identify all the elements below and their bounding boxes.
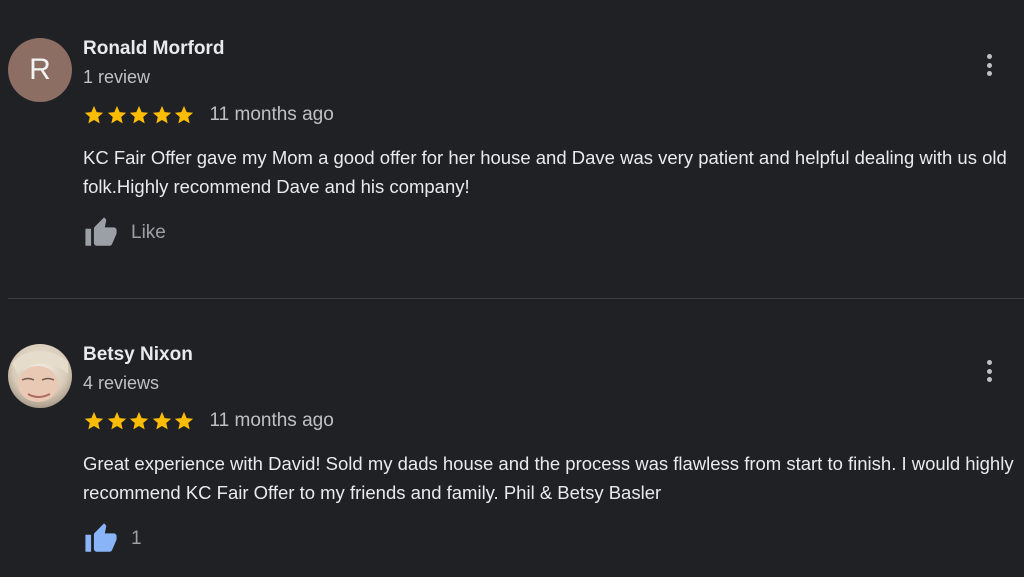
thumb-up-icon (85, 217, 117, 246)
review-time: 11 months ago (209, 410, 334, 431)
reviewer-name[interactable]: Betsy Nixon (83, 344, 193, 366)
star-icon (174, 105, 194, 124)
rating-row: 11 months ago (83, 410, 334, 432)
reviewer-name[interactable]: Ronald Morford (83, 38, 224, 60)
like-label: Like (131, 222, 166, 243)
review-card: Betsy Nixon 4 reviews 11 months ago Grea… (0, 299, 1024, 577)
review-time: 11 months ago (209, 104, 334, 125)
star-rating (83, 410, 196, 432)
more-vert-icon[interactable] (981, 52, 997, 78)
review-text: KC Fair Offer gave my Mom a good offer f… (83, 147, 1007, 197)
avatar[interactable]: R (8, 38, 72, 102)
star-icon (84, 411, 104, 430)
thumb-up-icon (85, 523, 117, 552)
rating-row: 11 months ago (83, 104, 334, 126)
avatar-photo (8, 344, 72, 408)
avatar-letter: R (29, 53, 51, 86)
star-icon (129, 105, 149, 124)
review-card: R Ronald Morford 1 review 11 months ago … (0, 0, 1024, 298)
star-icon (152, 411, 171, 430)
star-rating (83, 104, 196, 126)
like-button[interactable]: Like (83, 216, 166, 250)
star-icon (152, 105, 171, 124)
star-icon (129, 411, 149, 430)
like-count: 1 (131, 528, 142, 549)
star-icon (174, 411, 194, 430)
like-button[interactable]: 1 (83, 522, 142, 556)
more-vert-icon[interactable] (981, 358, 997, 384)
review-count[interactable]: 4 reviews (83, 373, 159, 394)
star-icon (84, 105, 104, 124)
avatar[interactable] (8, 344, 72, 408)
review-text: Great experience with David! Sold my dad… (83, 453, 1014, 503)
review-count[interactable]: 1 review (83, 67, 150, 88)
star-icon (107, 105, 126, 124)
star-icon (107, 411, 126, 430)
